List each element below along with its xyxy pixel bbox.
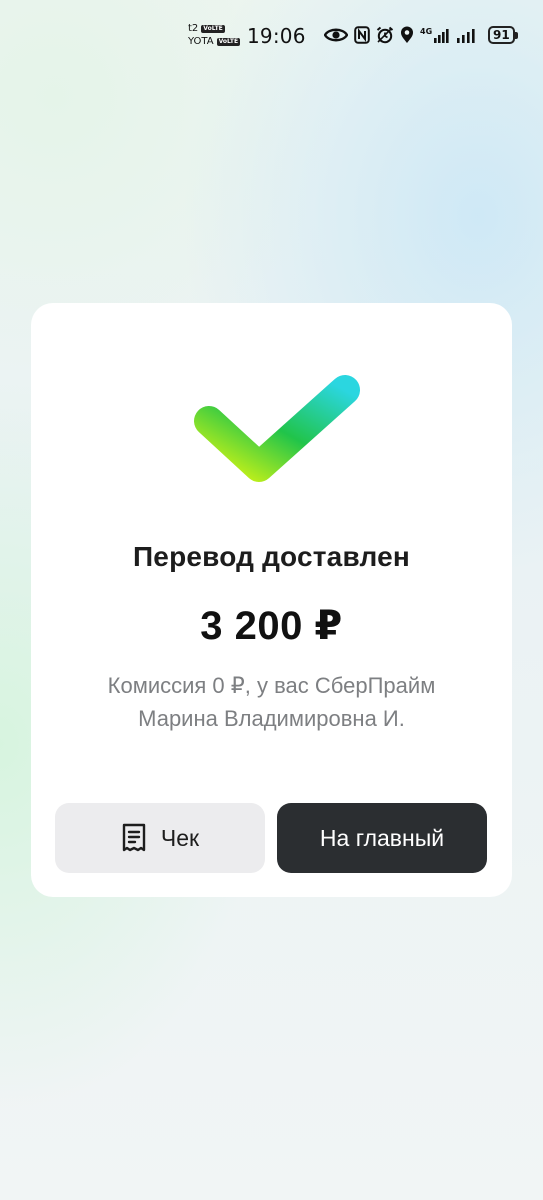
receipt-button[interactable]: Чек bbox=[55, 803, 265, 873]
carrier-info: t2 VoLTE YOTA VoLTE bbox=[188, 22, 244, 48]
result-title: Перевод доставлен bbox=[132, 541, 410, 572]
network-type: 4G bbox=[420, 27, 432, 36]
system-icons: 4G 91 bbox=[324, 26, 518, 44]
signal-icon bbox=[457, 29, 475, 43]
nfc-icon bbox=[354, 26, 370, 44]
checkmark-icon bbox=[194, 375, 360, 482]
commission-text: Комиссия 0 ₽, у вас СберПрайм bbox=[107, 673, 436, 698]
transfer-amount: 3 200 ₽ bbox=[200, 604, 343, 648]
signal-4g-icon: 4G bbox=[420, 27, 449, 43]
eye-icon bbox=[324, 28, 348, 42]
volte-badge-1: VoLTE bbox=[201, 24, 225, 33]
recipient-name: Марина Владимировна И. bbox=[138, 706, 405, 731]
location-icon bbox=[401, 26, 413, 43]
home-button[interactable]: На главный bbox=[277, 803, 487, 873]
alarm-icon bbox=[376, 26, 394, 44]
battery-level: 91 bbox=[493, 28, 510, 42]
battery-indicator: 91 bbox=[488, 26, 518, 44]
status-time: 19:06 bbox=[247, 24, 306, 48]
carrier-1: t2 bbox=[188, 23, 199, 34]
volte-badge-2: VoLTE bbox=[216, 37, 241, 46]
receipt-icon bbox=[122, 823, 146, 852]
receipt-button-label: Чек bbox=[160, 824, 200, 851]
home-button-label: На главный bbox=[319, 824, 445, 851]
transfer-details: Комиссия 0 ₽, у вас СберПрайм Марина Вла… bbox=[31, 669, 512, 735]
carrier-2: YOTA bbox=[188, 36, 214, 47]
status-bar: t2 VoLTE YOTA VoLTE 19:06 4G 91 bbox=[0, 18, 543, 54]
transfer-result-card: Перевод доставлен 3 200 ₽ Комиссия 0 ₽, … bbox=[31, 303, 512, 897]
